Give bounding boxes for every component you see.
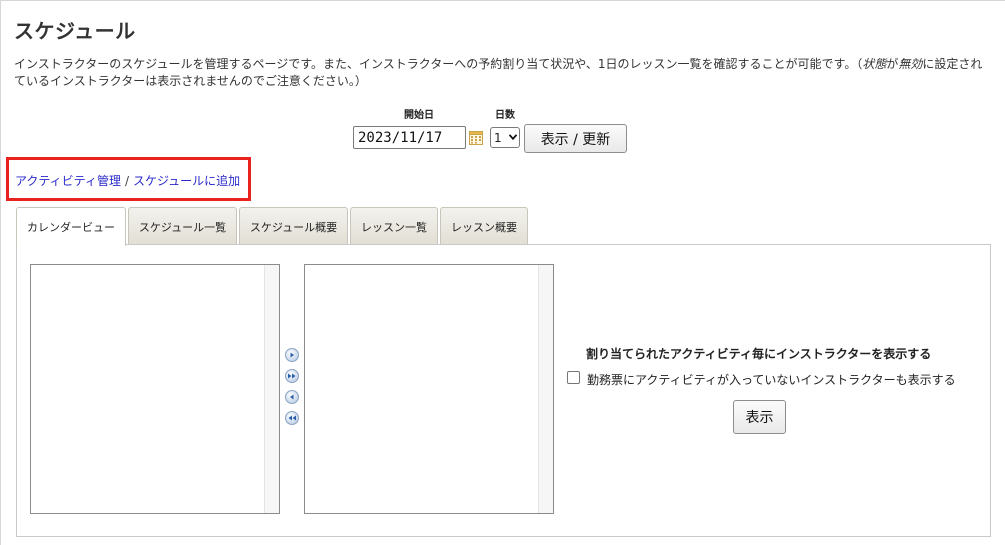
tab-lesson-list[interactable]: レッスン一覧 [350,207,438,245]
description-ga: が [886,57,899,71]
show-empty-instructors-checkbox[interactable] [567,371,580,384]
available-list-scrollbar[interactable] [264,265,279,513]
days-select[interactable]: 1 [490,127,520,148]
calendar-icon[interactable] [469,130,483,145]
breadcrumb-separator: / [124,174,130,188]
tab-lesson-summary[interactable]: レッスン概要 [440,207,528,245]
start-date-input[interactable] [353,126,466,149]
page-title: スケジュール [14,19,136,43]
chevron-down-icon [508,133,518,143]
breadcrumb-add-schedule[interactable]: スケジュールに追加 [133,174,240,188]
move-all-right-icon[interactable] [285,369,299,383]
tab-schedule-summary[interactable]: スケジュール概要 [239,207,348,245]
move-left-icon[interactable] [285,390,299,404]
breadcrumb: アクティビティ管理 / スケジュールに追加 [15,172,240,189]
tab-calendar-view[interactable]: カレンダービュー [16,207,126,246]
breadcrumb-activity-management[interactable]: アクティビティ管理 [15,174,121,188]
move-all-left-icon[interactable] [285,411,299,425]
show-empty-instructors-label[interactable]: 勤務票にアクティビティが入っていないインストラクターも表示する [587,371,956,388]
show-button[interactable]: 表示 [733,400,786,434]
tab-schedule-list[interactable]: スケジュール一覧 [128,207,237,245]
available-instructors-list[interactable] [30,264,280,514]
start-date-label: 開始日 [404,110,434,121]
selected-instructors-list[interactable] [304,264,554,514]
days-label: 日数 [495,110,515,121]
move-right-icon[interactable] [285,348,299,362]
days-select-value: 1 [494,130,502,145]
description-status: 状態 [862,57,887,71]
options-title: 割り当てられたアクティビティ毎にインストラクターを表示する [586,347,932,361]
description-invalid: 無効 [898,57,923,71]
page-description: インストラクターのスケジュールを管理するページです。また、インストラクターへの予… [14,56,984,90]
refresh-button[interactable]: 表示 / 更新 [524,124,627,153]
description-text-1: インストラクターのスケジュールを管理するページです。また、インストラクターへの予… [14,57,863,71]
selected-list-scrollbar[interactable] [538,265,553,513]
